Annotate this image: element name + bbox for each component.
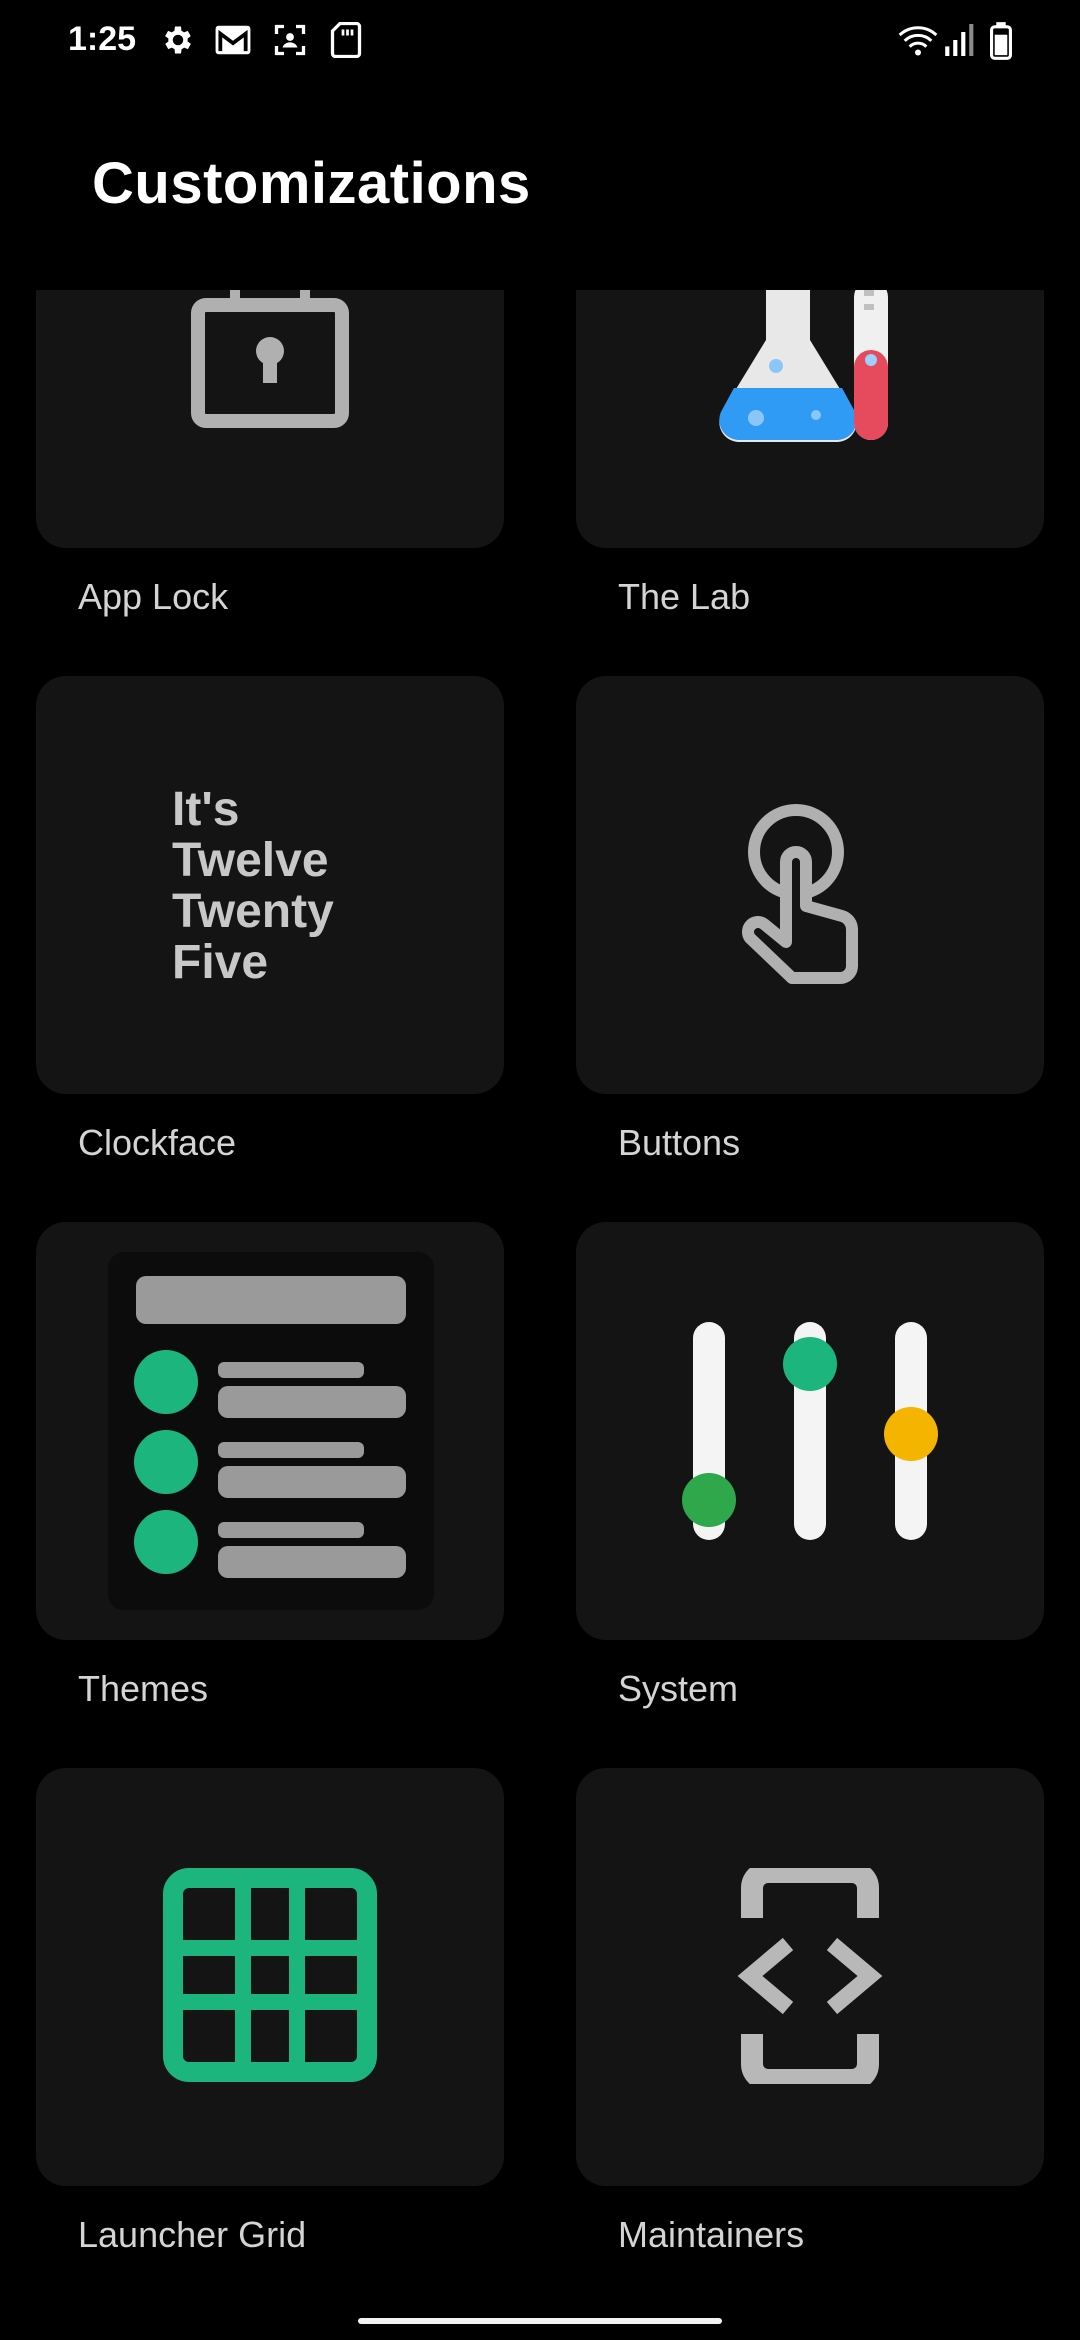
tile-label-the-lab: The Lab xyxy=(618,576,751,617)
tile-app-lock[interactable] xyxy=(36,290,504,548)
clock-text-preview: It's Twelve Twenty Five xyxy=(172,784,334,988)
signal-icon xyxy=(945,24,974,56)
tile-clockface[interactable]: It's Twelve Twenty Five xyxy=(36,676,504,1094)
face-scan-icon xyxy=(274,24,306,56)
settings-icon xyxy=(165,26,191,54)
tile-label-maintainers: Maintainers xyxy=(618,2214,805,2255)
gmail-icon xyxy=(215,25,251,55)
tile-label-system: System xyxy=(618,1668,739,1709)
tile-maintainers[interactable] xyxy=(576,1768,1044,2186)
clock-line: It's xyxy=(172,783,240,836)
wifi-icon xyxy=(898,26,938,56)
tile-label-clockface: Clockface xyxy=(78,1122,237,1163)
sd-card-icon xyxy=(330,22,362,58)
clock-line: Twenty xyxy=(172,885,334,938)
battery-icon xyxy=(990,22,1012,60)
customizations-grid: App Lock The Lab It's Twelve Twenty Five… xyxy=(0,290,1080,2300)
status-bar: 1:25 xyxy=(0,0,1080,86)
tile-label-themes: Themes xyxy=(78,1668,209,1709)
touch-hand-icon xyxy=(742,804,858,984)
clock-line: Five xyxy=(172,936,269,989)
tile-label-buttons: Buttons xyxy=(618,1122,741,1163)
gesture-nav-handle[interactable] xyxy=(358,2318,722,2324)
tile-themes[interactable] xyxy=(36,1222,504,1640)
tile-launcher-grid[interactable] xyxy=(36,1768,504,2186)
tile-system[interactable] xyxy=(576,1222,1044,1640)
tile-buttons[interactable] xyxy=(576,676,1044,1094)
lock-icon xyxy=(191,290,349,428)
status-time: 1:25 xyxy=(68,20,137,58)
grid-icon xyxy=(163,1868,377,2082)
page-title: Customizations xyxy=(92,151,531,216)
sliders-icon xyxy=(682,1322,938,1540)
clock-line: Twelve xyxy=(172,834,329,887)
code-phone-icon xyxy=(737,1868,883,2084)
tile-label-app-lock: App Lock xyxy=(78,576,229,617)
tile-the-lab[interactable] xyxy=(576,290,1044,548)
lab-flask-icon xyxy=(719,290,888,442)
theme-list-icon xyxy=(108,1252,434,1610)
tile-label-launcher-grid: Launcher Grid xyxy=(78,2214,307,2255)
